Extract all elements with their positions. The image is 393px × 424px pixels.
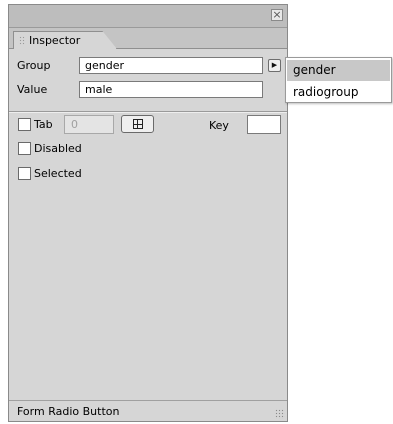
divider <box>9 111 287 113</box>
play-icon[interactable]: ▶ <box>268 59 281 72</box>
value-row: Value male <box>9 80 287 100</box>
tab-label: Inspector <box>29 34 81 47</box>
dropdown-option-gender[interactable]: gender <box>287 60 390 81</box>
group-dropdown-menu: gender radiogroup <box>285 57 392 103</box>
disabled-checkbox[interactable] <box>18 142 31 155</box>
panel-title-bar[interactable]: × <box>9 5 287 28</box>
group-label: Group <box>17 59 51 72</box>
key-label: Key <box>209 119 229 132</box>
group-row: Group gender <box>9 56 287 76</box>
selected-label: Selected <box>34 167 82 180</box>
tab-label-text: Tab <box>34 118 53 131</box>
tab-checkbox[interactable] <box>18 118 31 131</box>
value-label: Value <box>17 83 48 96</box>
tab-inspector[interactable]: Inspector <box>13 31 117 49</box>
key-field[interactable] <box>247 115 281 134</box>
value-field[interactable]: male <box>79 81 263 98</box>
group-field[interactable]: gender <box>79 57 263 74</box>
grip-icon[interactable] <box>19 36 25 45</box>
tab-order-button[interactable] <box>121 115 154 133</box>
status-bar: Form Radio Button <box>9 400 287 421</box>
tab-strip: Inspector <box>9 28 287 49</box>
selected-checkbox[interactable] <box>18 167 31 180</box>
dropdown-option-radiogroup[interactable]: radiogroup <box>287 82 390 103</box>
close-icon[interactable]: × <box>271 9 283 21</box>
grid-icon <box>133 119 143 129</box>
resize-grip-icon[interactable] <box>275 409 285 419</box>
tab-index-field: 0 <box>64 115 114 134</box>
inspector-panel: × Inspector Group gender ▶ Value male Ta… <box>8 4 288 422</box>
status-text: Form Radio Button <box>17 405 120 418</box>
disabled-label: Disabled <box>34 142 82 155</box>
